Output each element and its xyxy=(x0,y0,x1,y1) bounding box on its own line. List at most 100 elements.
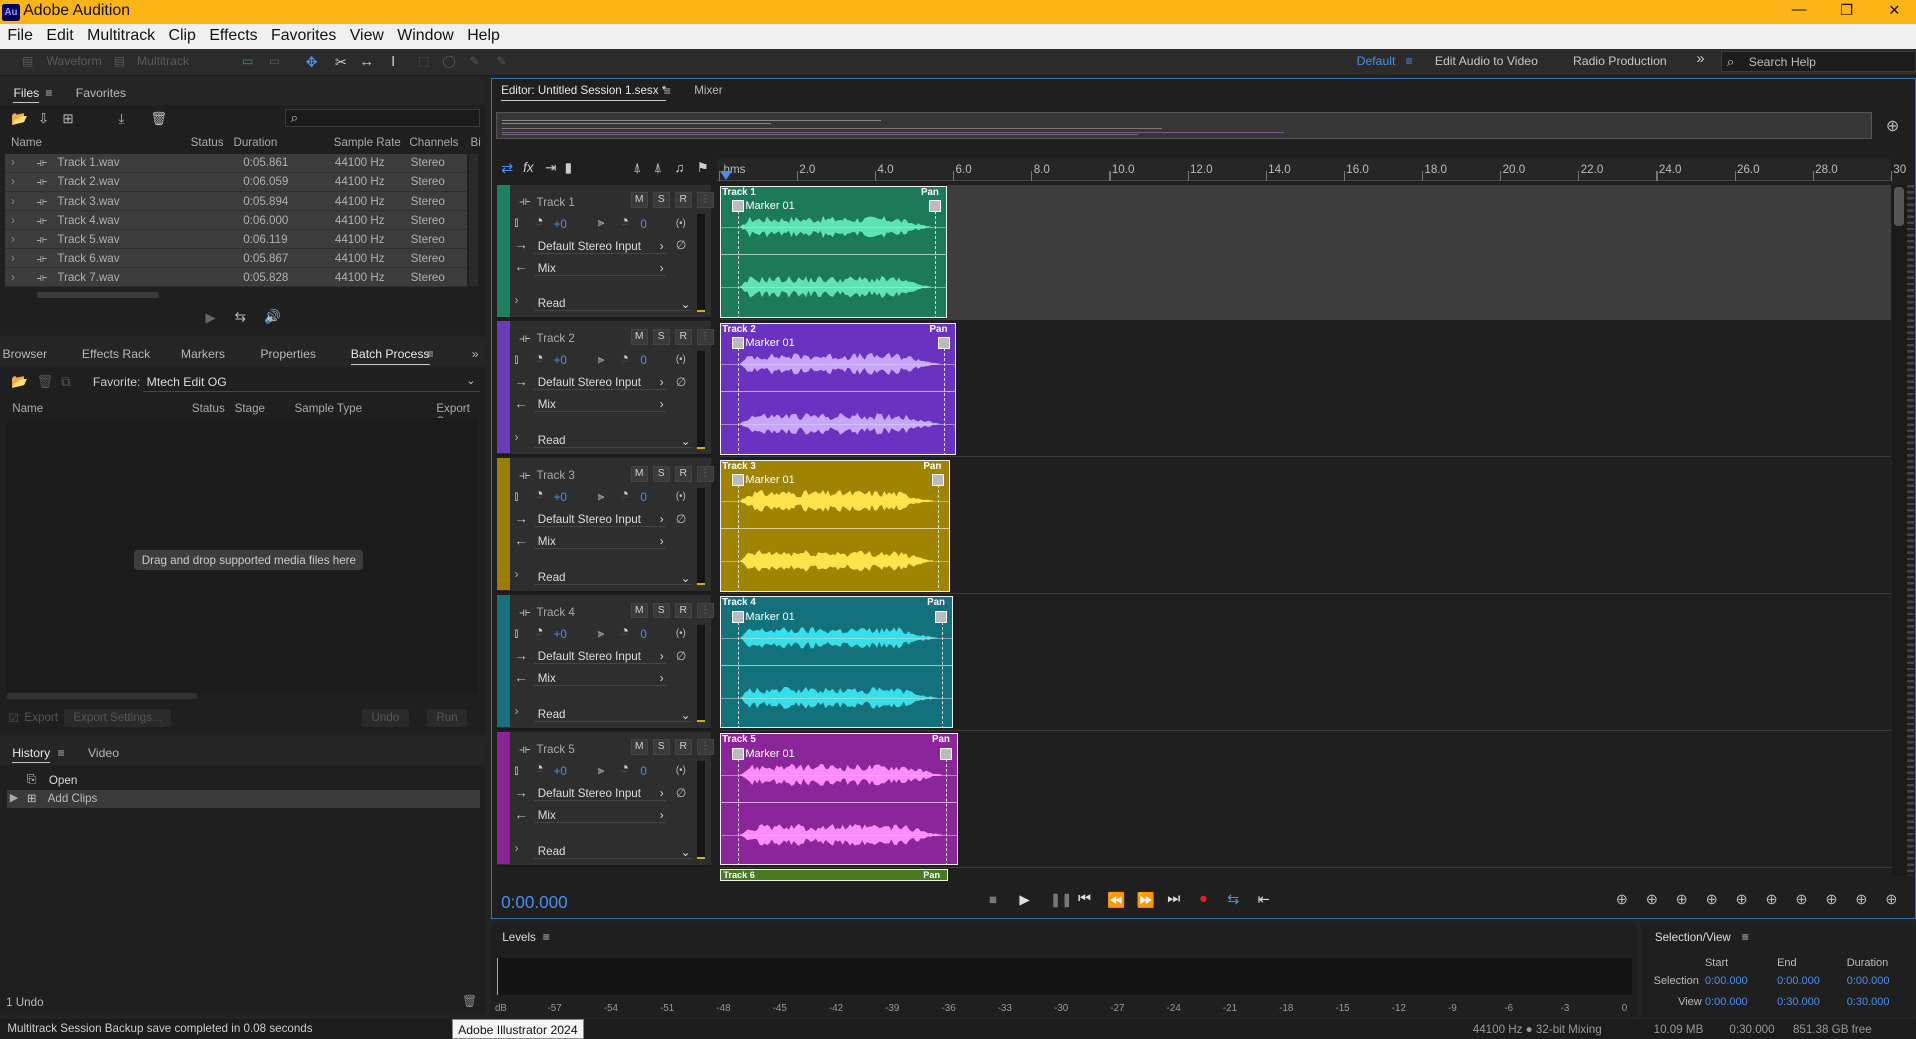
stereo-width-icon[interactable]: (•) xyxy=(676,354,686,365)
volume-knob-icon[interactable]: ◔ xyxy=(534,213,544,231)
expand-icon[interactable]: › xyxy=(11,214,15,227)
track-input-select[interactable]: Default Stereo Input › xyxy=(534,240,667,254)
tab-properties[interactable]: Properties xyxy=(260,347,316,361)
col-status[interactable]: Status xyxy=(191,136,224,149)
tab-files[interactable]: Files xyxy=(13,86,40,103)
new-file-icon[interactable]: ⊞ xyxy=(62,111,73,127)
input-monitor-button[interactable]: ⋮ xyxy=(696,739,714,756)
automation-mode-select[interactable]: Read ⌄ xyxy=(534,571,693,585)
batch-drop-area[interactable]: Drag and drop supported media files here xyxy=(7,417,478,693)
col-bits[interactable]: Bi xyxy=(471,136,481,149)
menu-file[interactable]: File xyxy=(0,24,39,44)
zoom-in-right-icon[interactable]: ⊕ xyxy=(1795,891,1807,908)
col-channels[interactable]: Channels xyxy=(409,136,458,149)
file-row[interactable]: › ⟛ Track 1.wav 0:05.861 44100 Hz Stereo xyxy=(4,153,467,173)
automation-mode-select[interactable]: Read ⌄ xyxy=(534,708,693,722)
input-monitor-button[interactable]: ⋮ xyxy=(696,191,714,208)
editor-menu-icon[interactable]: ≡ xyxy=(664,84,671,98)
file-row[interactable]: › ⟛ Track 7.wav 0:05.828 44100 Hz Stereo xyxy=(4,268,467,288)
track-input-select[interactable]: Default Stereo Input › xyxy=(534,513,667,528)
workspace-default[interactable]: Default xyxy=(1357,54,1396,68)
menu-window[interactable]: Window xyxy=(390,24,460,44)
phase-invert-icon[interactable]: ∅ xyxy=(676,649,687,663)
volume-knob-icon[interactable]: ◔ xyxy=(534,350,544,368)
input-monitor-button[interactable]: ⋮ xyxy=(696,602,714,619)
clip-pan-label[interactable]: Pan xyxy=(923,461,941,472)
track-output-select[interactable]: Mix › xyxy=(534,809,667,824)
marker-icon[interactable]: ⚑ xyxy=(697,160,709,176)
expand-icon[interactable]: › xyxy=(11,156,15,169)
view-end[interactable]: 0:30.000 xyxy=(1777,996,1820,1008)
tab-markers[interactable]: Markers xyxy=(181,347,225,361)
tab-mixer[interactable]: Mixer xyxy=(694,84,722,97)
skip-end-icon[interactable]: ⏭ xyxy=(1167,891,1180,907)
mute-button[interactable]: M xyxy=(630,328,648,345)
stereo-width-icon[interactable]: (•) xyxy=(676,218,686,229)
record-button[interactable]: R xyxy=(674,739,692,756)
clip-track-6[interactable]: Track 6 Pan xyxy=(719,868,949,882)
zoom-out-amplitude-icon[interactable]: ⊕ xyxy=(1646,891,1658,908)
track-header[interactable]: ⟛ Track 4 M S R ⋮ ⫾ ◔ +0 ⫸ ◔ 0 (•) → Default Stereo In… xyxy=(497,595,714,730)
waveform-icon[interactable]: ▤ xyxy=(22,54,34,68)
track-header[interactable]: ⟛ Track 5 M S R ⋮ ⫾ ◔ +0 ⫸ ◔ 0 (•) → Default Stereo In… xyxy=(497,732,714,867)
track-volume[interactable]: +0 xyxy=(554,218,567,231)
loop-sync-icon[interactable]: ⇄ xyxy=(501,160,513,177)
record-button[interactable]: R xyxy=(674,465,692,482)
mute-button[interactable]: M xyxy=(630,602,648,619)
tab-video[interactable]: Video xyxy=(88,746,119,760)
delete-icon[interactable]: 🗑 xyxy=(462,994,478,1008)
clip-pan-label[interactable]: Pan xyxy=(927,597,945,608)
input-monitor-button[interactable]: ⋮ xyxy=(696,465,714,482)
zoom-out-full-icon[interactable]: ⊕ xyxy=(1825,891,1837,908)
solo-button[interactable]: S xyxy=(652,602,670,619)
marquee-icon[interactable]: ⬚ xyxy=(418,54,430,68)
delete-icon[interactable]: 🗑 xyxy=(150,111,167,127)
mute-button[interactable]: M xyxy=(630,739,648,756)
automation-expand-icon[interactable]: › xyxy=(515,293,519,307)
file-row[interactable]: › ⟛ Track 4.wav 0:06.000 44100 Hz Stereo xyxy=(4,211,467,231)
track-output-select[interactable]: Mix › xyxy=(534,262,667,276)
favorite-select[interactable]: Mtech Edit OG ⌄ xyxy=(142,372,481,393)
selection-end[interactable]: 0:00.000 xyxy=(1777,975,1820,987)
fx-icon[interactable]: fx xyxy=(523,160,533,175)
automation-mode-select[interactable]: Read ⌄ xyxy=(534,434,693,448)
playhead-handle[interactable] xyxy=(719,171,732,181)
record-button[interactable]: R xyxy=(674,328,692,345)
levels-title[interactable]: Levels xyxy=(502,931,536,944)
automation-mode-select[interactable]: Read ⌄ xyxy=(534,297,693,311)
open-folder-icon[interactable]: 📂 xyxy=(11,111,28,127)
razor-tool-icon[interactable]: ✂ xyxy=(335,54,347,71)
stereo-width-icon[interactable]: (•) xyxy=(676,628,686,639)
file-row[interactable]: › ⟛ Track 2.wav 0:06.059 44100 Hz Stereo xyxy=(4,173,467,192)
volume-knob-icon[interactable]: ◔ xyxy=(534,760,544,778)
zoom-in-time-icon[interactable]: ⊕ xyxy=(1676,891,1688,908)
brush-icon[interactable]: ✎ xyxy=(469,54,479,68)
solo-button[interactable]: S xyxy=(652,465,670,482)
stereo-width-icon[interactable]: (•) xyxy=(676,765,686,776)
track-volume[interactable]: +0 xyxy=(554,765,567,778)
metronome-icon[interactable]: ⍋ xyxy=(633,160,641,176)
levels-menu-icon[interactable]: ≡ xyxy=(543,930,550,944)
selection-duration[interactable]: 0:00.000 xyxy=(1847,975,1890,987)
track-input-select[interactable]: Default Stereo Input › xyxy=(534,376,667,391)
col-duration[interactable]: Duration xyxy=(233,136,277,149)
expand-icon[interactable]: › xyxy=(11,271,15,284)
audio-clip[interactable]: Track 3 Pan Marker 01 xyxy=(719,459,950,592)
history-item-open[interactable]: Open xyxy=(49,774,77,787)
batch-menu-icon[interactable]: ≡ xyxy=(427,347,434,361)
track-header[interactable]: ⟛ Track 3 M S R ⋮ ⫾ ◔ +0 ⫸ ◔ 0 (•) → Default Stereo In… xyxy=(497,458,714,593)
spot-heal-icon[interactable]: ✎ xyxy=(496,54,506,68)
phase-invert-icon[interactable]: ∅ xyxy=(676,786,687,800)
automation-expand-icon[interactable]: › xyxy=(515,567,519,581)
mute-button[interactable]: M xyxy=(630,191,648,208)
pause-icon[interactable]: ❚❚ xyxy=(1050,892,1073,908)
track-volume[interactable]: +0 xyxy=(554,491,567,504)
loop-playback-icon[interactable]: ⇆ xyxy=(1227,891,1239,908)
multitrack-button[interactable]: Multitrack xyxy=(137,54,189,68)
tab-favorites[interactable]: Favorites xyxy=(76,86,126,100)
tab-batch-process[interactable]: Batch Process xyxy=(350,347,430,365)
expand-icon[interactable]: › xyxy=(11,233,15,246)
track-input-select[interactable]: Default Stereo Input › xyxy=(534,650,667,665)
clip-pan-label[interactable]: Pan xyxy=(930,324,948,335)
zoom-in-left-icon[interactable]: ⊕ xyxy=(1765,891,1777,908)
